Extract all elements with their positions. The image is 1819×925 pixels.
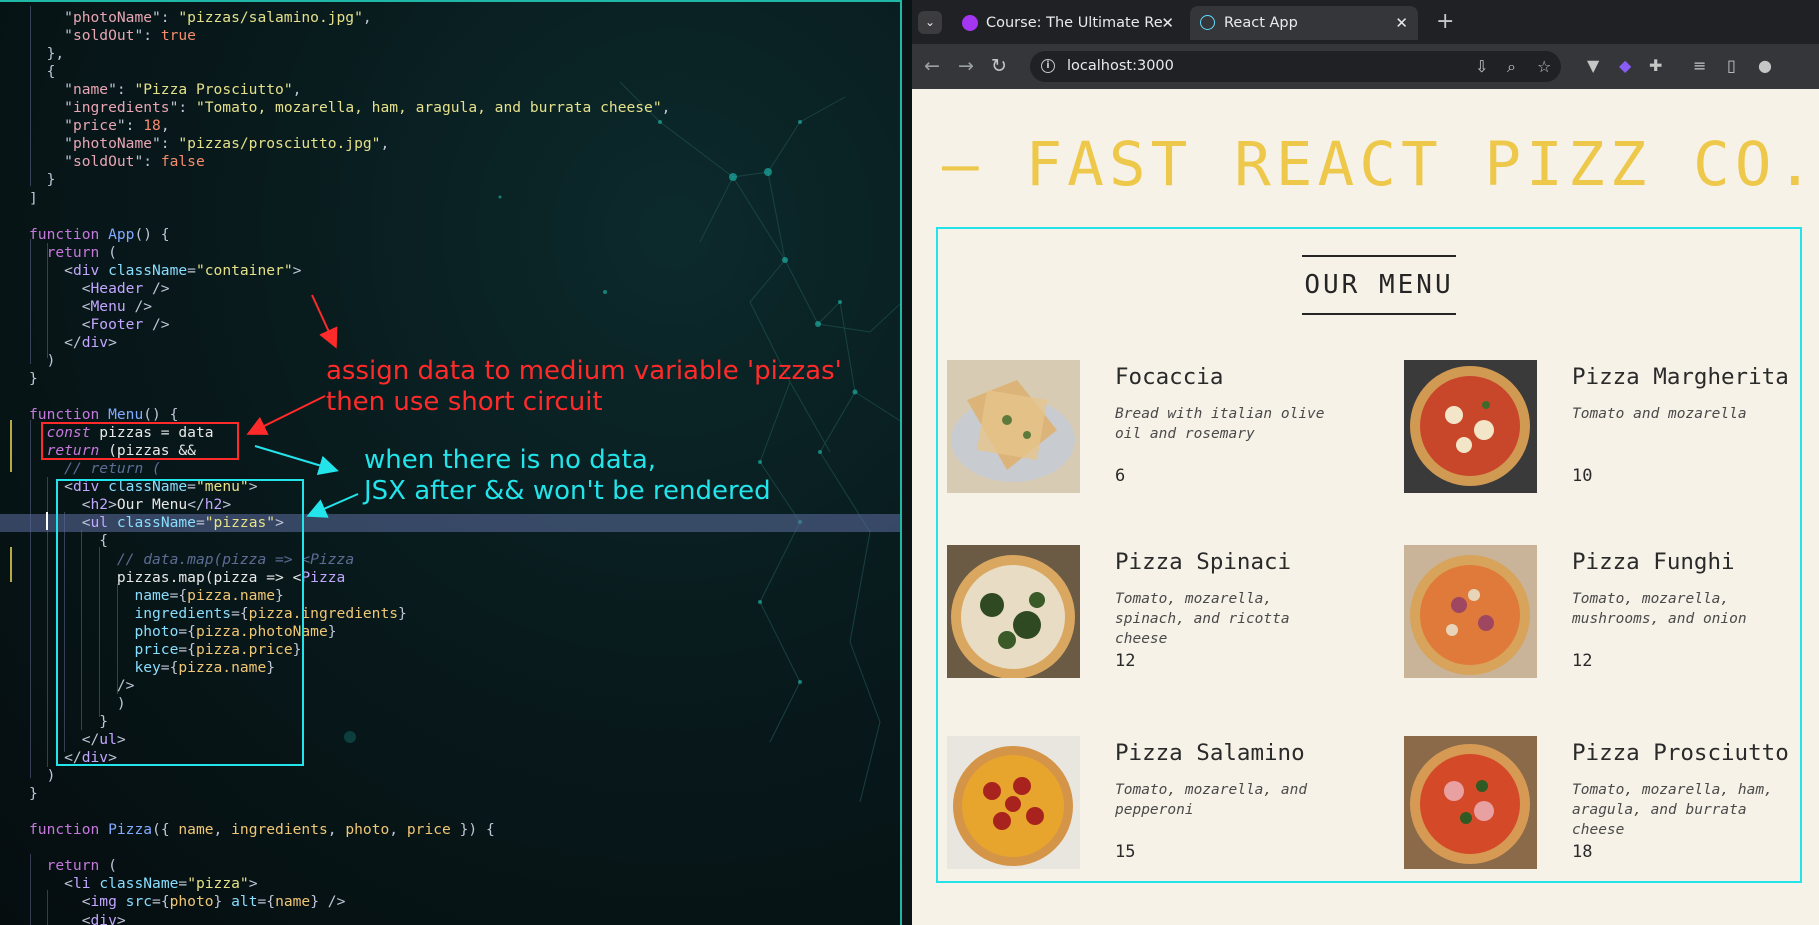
tab-search-button[interactable]: ⌄: [918, 11, 942, 34]
tab-react-app[interactable]: React App ✕: [1190, 6, 1418, 40]
close-icon[interactable]: ✕: [1395, 6, 1408, 40]
back-icon[interactable]: ←: [924, 54, 940, 78]
forward-icon[interactable]: →: [958, 54, 974, 78]
pizza-item: Pizza Prosciutto Tomato, mozarella, ham,…: [1404, 736, 1819, 876]
browser-toolbar: ← → ↻ i localhost:3000 ⇩ ⌕ ☆ ▼ ◆ ✚ ≡ ▯ ●: [912, 44, 1819, 89]
pizza-name: Focaccia: [1115, 364, 1224, 390]
pizza-price: 15: [1115, 842, 1136, 862]
header-brand: — FAST REACT PIZZ CO. —: [942, 129, 1819, 200]
menu-title: OUR MENU: [1302, 255, 1456, 315]
close-icon[interactable]: ✕: [1161, 6, 1174, 40]
url-text: localhost:3000: [1067, 58, 1174, 74]
tab-title: React App: [1224, 15, 1298, 31]
pizza-ingredients: Bread with italian olive oil and rosemar…: [1115, 406, 1325, 442]
pizza-ingredients: Tomato, mozarella, ham, aragula, and bur…: [1572, 782, 1773, 838]
media-control-icon[interactable]: ≡: [1693, 56, 1706, 76]
install-app-icon[interactable]: ⇩: [1475, 56, 1488, 77]
pizza-name: Pizza Prosciutto: [1572, 740, 1789, 766]
site-info-icon[interactable]: i: [1041, 59, 1055, 73]
pizza-photo: [947, 545, 1080, 678]
pizza-price: 12: [1572, 651, 1593, 671]
extension-shield-icon[interactable]: ◆: [1619, 56, 1631, 76]
pizza-price: 6: [1115, 466, 1126, 486]
pizza-name: Pizza Spinaci: [1115, 549, 1292, 575]
pizza-price: 10: [1572, 466, 1593, 486]
tab-strip: ⌄ Course: The Ultimate Re ✕ React App ✕ …: [912, 0, 1819, 44]
extensions-puzzle-icon[interactable]: ✚: [1649, 56, 1662, 76]
new-tab-button[interactable]: +: [1436, 10, 1454, 34]
pizza-item: Pizza Spinaci Tomato, mozarella, spinach…: [947, 545, 1367, 685]
pizza-name: Pizza Salamino: [1115, 740, 1305, 766]
pizza-photo: [1404, 736, 1537, 869]
pizza-item: Pizza Funghi Tomato, mozarella, mushroom…: [1404, 545, 1819, 685]
pizza-price: 18: [1572, 842, 1593, 862]
browser-window: ⌄ Course: The Ultimate Re ✕ React App ✕ …: [912, 0, 1819, 925]
pizza-ingredients: Tomato and mozarella: [1572, 406, 1747, 422]
react-icon: [1200, 15, 1215, 30]
reload-icon[interactable]: ↻: [991, 54, 1007, 78]
pizza-photo: [1404, 360, 1537, 493]
pizza-name: Pizza Margherita: [1572, 364, 1789, 390]
annotation-red-note: assign data to medium variable 'pizzas' …: [326, 356, 842, 417]
pizza-ingredients: Tomato, mozarella, spinach, and ricotta …: [1115, 591, 1290, 647]
udemy-icon: [962, 15, 978, 31]
pizza-ingredients: Tomato, mozarella, mushrooms, and onion: [1572, 591, 1747, 627]
pizza-item: Pizza Salamino Tomato, mozarella, and pe…: [947, 736, 1367, 876]
address-bar[interactable]: i localhost:3000 ⇩ ⌕ ☆: [1030, 51, 1561, 82]
pizza-item: Focaccia Bread with italian olive oil an…: [947, 360, 1367, 500]
menu-section: OUR MENU Focaccia Bread with italian oli…: [936, 227, 1802, 883]
tab-title: Course: The Ultimate Re: [986, 15, 1163, 31]
pizza-item: Pizza Margherita Tomato and mozarella 10: [1404, 360, 1819, 500]
annotation-cyan-note: when there is no data, JSX after && won'…: [364, 445, 771, 506]
pizza-photo: [947, 360, 1080, 493]
tab-course[interactable]: Course: The Ultimate Re ✕: [952, 6, 1184, 40]
profile-avatar[interactable]: ●: [1758, 56, 1772, 76]
pizza-photo: [947, 736, 1080, 869]
pizza-name: Pizza Funghi: [1572, 549, 1735, 575]
pizza-price: 12: [1115, 651, 1136, 671]
bookmark-star-icon[interactable]: ☆: [1537, 56, 1551, 77]
extension-vue-icon[interactable]: ▼: [1587, 56, 1599, 76]
pizza-photo: [1404, 545, 1537, 678]
zoom-icon[interactable]: ⌕: [1507, 56, 1516, 77]
pizza-ingredients: Tomato, mozarella, and pepperoni: [1115, 782, 1308, 818]
app-page: — FAST REACT PIZZ CO. — OUR MENU Focacci…: [912, 89, 1819, 925]
code-editor[interactable]: "photoName": "pizzas/salamino.jpg", "sol…: [0, 0, 902, 925]
side-panel-icon[interactable]: ▯: [1727, 56, 1736, 76]
